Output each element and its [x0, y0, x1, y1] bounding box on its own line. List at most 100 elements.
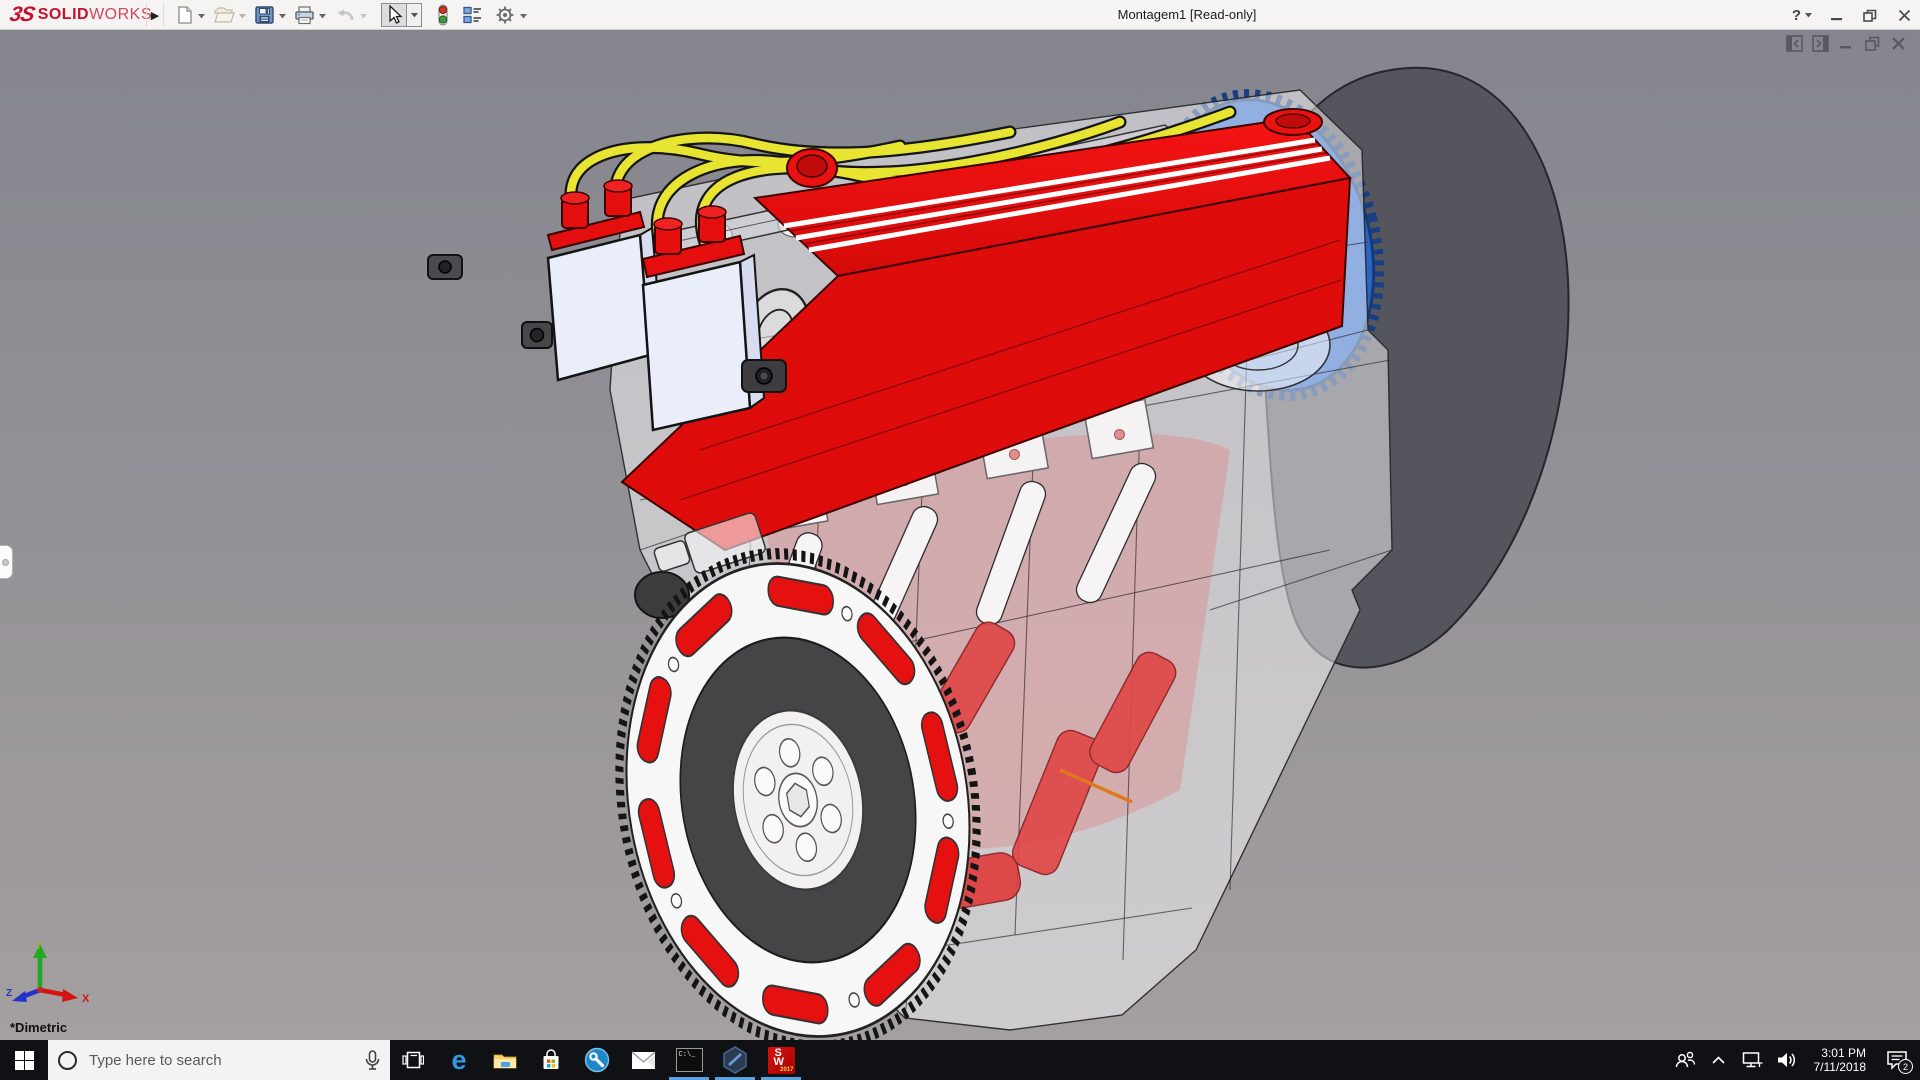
mail-icon [631, 1050, 655, 1069]
microsoft-store-icon [543, 1049, 559, 1069]
speaker-icon [1777, 1053, 1795, 1067]
sw-icon-year: 2017 [780, 1066, 794, 1073]
select-dropdown-button[interactable] [407, 3, 422, 27]
feature-manager-handle[interactable] [0, 545, 13, 579]
taskbar-clock[interactable]: 3:01 PM 7/11/2018 [1808, 1046, 1873, 1074]
solidworks-window: 3S SOLID WORKS ▶ Montagem1 [Read-only] ?… [0, 0, 1920, 1080]
child-window-controls [1786, 35, 1907, 52]
clock-date: 7/11/2018 [1813, 1060, 1867, 1074]
edge-button[interactable]: e [436, 1040, 482, 1080]
open-button[interactable] [211, 2, 237, 28]
network-icon [1742, 1052, 1763, 1068]
new-document-icon [178, 6, 192, 24]
open-dropdown-arrow[interactable] [239, 13, 246, 19]
undo-dropdown-arrow[interactable] [360, 13, 367, 19]
window-controls: ? [1792, 0, 1914, 30]
new-document-button[interactable] [172, 2, 196, 28]
volume-button[interactable] [1774, 1040, 1800, 1080]
close-button[interactable] [1894, 4, 1914, 26]
solidworks-logo: 3S SOLID WORKS [7, 2, 153, 28]
solidworks-logo-solid: SOLID [37, 6, 90, 23]
get-help-button[interactable] [574, 1040, 620, 1080]
undo-button[interactable] [332, 2, 358, 28]
action-center-button[interactable]: 2 [1880, 1040, 1914, 1080]
notification-badge: 2 [1898, 1059, 1913, 1074]
file-explorer-button[interactable] [482, 1040, 528, 1080]
file-explorer-icon [493, 1054, 517, 1069]
solidworks-logo-mark: 3S [7, 3, 37, 26]
task-view-button[interactable] [390, 1040, 436, 1080]
cortana-icon [58, 1050, 77, 1070]
close-icon [1898, 9, 1910, 21]
wrench-circle-icon [584, 1047, 610, 1073]
help-glyph: ? [1791, 6, 1801, 24]
options-button[interactable] [492, 2, 518, 28]
display-report-icon [463, 6, 481, 24]
display-report-button[interactable] [460, 2, 486, 28]
restore-button[interactable] [1860, 4, 1880, 26]
print-dropdown-arrow[interactable] [319, 13, 326, 19]
select-tool-button[interactable] [381, 3, 407, 27]
child-minimize-icon[interactable] [1838, 35, 1855, 52]
toolbar-expander-button[interactable]: ▶ [146, 3, 164, 27]
rebuild-traffic-light-icon [438, 4, 448, 26]
handle-dot [2, 559, 9, 566]
view-orientation-label: *Dimetric [10, 1020, 68, 1035]
axis-y-label: Y [35, 940, 43, 952]
windows-taskbar: e [0, 1040, 1920, 1080]
select-cursor-icon [389, 5, 403, 24]
axis-z-label: Z [6, 988, 12, 999]
mail-button[interactable] [620, 1040, 666, 1080]
network-button[interactable] [1740, 1040, 1766, 1080]
search-input[interactable] [87, 1050, 355, 1070]
restore-icon [1863, 9, 1877, 22]
people-icon [1675, 1051, 1695, 1068]
select-dropdown-arrow [410, 12, 418, 17]
solidworks-app-icon: S W 2017 [767, 1046, 795, 1074]
system-tray: 3:01 PM 7/11/2018 2 [1672, 1040, 1920, 1080]
quick-access-toolbar [172, 0, 533, 30]
taskbar-search[interactable] [48, 1040, 390, 1080]
chevron-up-icon [1712, 1056, 1725, 1064]
document-title: Montagem1 [Read-only] [1117, 7, 1257, 22]
windows-start-icon [14, 1050, 34, 1070]
open-folder-icon [214, 7, 235, 23]
minimize-button[interactable] [1826, 4, 1846, 26]
show-pane-right-icon[interactable] [1812, 35, 1829, 52]
print-button[interactable] [292, 2, 317, 28]
store-button[interactable] [528, 1040, 574, 1080]
select-tool-group [381, 3, 422, 27]
model-viewport-canvas[interactable] [0, 30, 1920, 1040]
people-button[interactable] [1672, 1040, 1698, 1080]
microphone-icon[interactable] [365, 1049, 380, 1071]
save-dropdown-arrow[interactable] [279, 13, 286, 19]
graphics-viewport: Y X Z *Dimetric [0, 30, 1920, 1040]
hexagon-app-icon [723, 1046, 747, 1074]
help-button[interactable]: ? [1792, 7, 1812, 24]
reference-triad: Y X Z [6, 940, 90, 1005]
minimize-icon [1830, 17, 1842, 20]
command-prompt-icon: C:\_ [675, 1048, 703, 1072]
edge-icon: e [451, 1044, 467, 1075]
options-gear-icon [496, 6, 514, 24]
solidworks-taskbar-button[interactable]: S W 2017 [758, 1040, 804, 1080]
save-button[interactable] [252, 2, 277, 28]
title-bar: 3S SOLID WORKS ▶ Montagem1 [Read-only] ? [0, 0, 1920, 30]
save-floppy-icon [255, 6, 274, 24]
start-button[interactable] [0, 1040, 48, 1080]
print-icon [295, 6, 314, 25]
axis-x-label: X [82, 993, 90, 1005]
tray-overflow-button[interactable] [1706, 1040, 1732, 1080]
new-dropdown-arrow[interactable] [198, 13, 205, 19]
rebuild-button[interactable] [434, 2, 452, 28]
options-dropdown-arrow[interactable] [520, 13, 527, 19]
show-pane-left-icon[interactable] [1786, 35, 1803, 52]
undo-icon [337, 9, 354, 21]
command-prompt-button[interactable]: C:\_ [666, 1040, 712, 1080]
child-close-icon[interactable] [1890, 35, 1907, 52]
solidworks-logo-works: WORKS [89, 6, 153, 23]
hexagon-app-button[interactable] [712, 1040, 758, 1080]
help-dropdown-arrow [1805, 12, 1812, 17]
task-view-icon [402, 1051, 424, 1069]
child-restore-icon[interactable] [1864, 35, 1881, 52]
